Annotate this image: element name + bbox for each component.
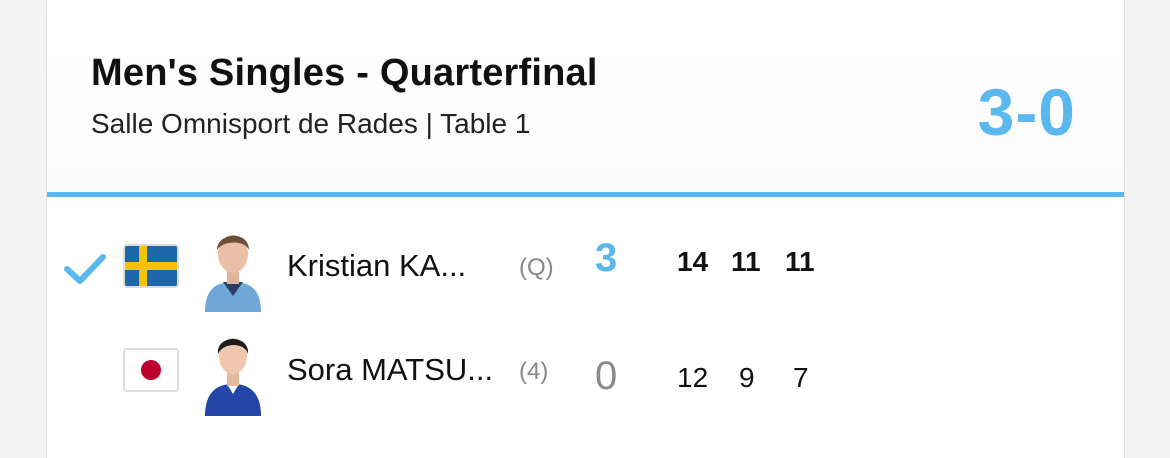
set-score-1: 14 <box>677 246 709 277</box>
player-seed: (Q) <box>519 254 554 281</box>
winner-check-icon <box>64 254 106 284</box>
set-score-2: 11 <box>731 246 761 277</box>
match-score: 3-0 <box>977 75 1076 149</box>
sweden-flag-icon <box>123 244 179 288</box>
set-score-1: 12 <box>677 362 709 393</box>
set-score-3: 7 <box>793 362 809 393</box>
games-won: 0 <box>595 354 618 398</box>
player-row-2[interactable]: Sora MATSU... (4) 0 12 9 7 <box>47 318 1124 418</box>
player-name[interactable]: Kristian KA... <box>287 248 466 284</box>
games-won: 3 <box>595 236 618 280</box>
player-seed: (4) <box>519 358 549 385</box>
player-row-1[interactable]: Kristian KA... (Q) 3 14 11 11 <box>47 214 1124 314</box>
japan-flag-icon <box>123 348 179 392</box>
player-avatar <box>205 338 261 416</box>
player-name[interactable]: Sora MATSU... <box>287 352 493 388</box>
player-avatar <box>205 235 261 312</box>
header-divider <box>47 192 1124 197</box>
set-score-2: 9 <box>739 362 755 393</box>
set-score-3: 11 <box>785 246 815 277</box>
match-title: Men's Singles - Quarterfinal <box>91 52 598 94</box>
match-header: Men's Singles - Quarterfinal Salle Omnis… <box>47 0 1124 193</box>
match-card[interactable]: Men's Singles - Quarterfinal Salle Omnis… <box>46 0 1125 458</box>
match-venue: Salle Omnisport de Rades | Table 1 <box>91 108 531 139</box>
